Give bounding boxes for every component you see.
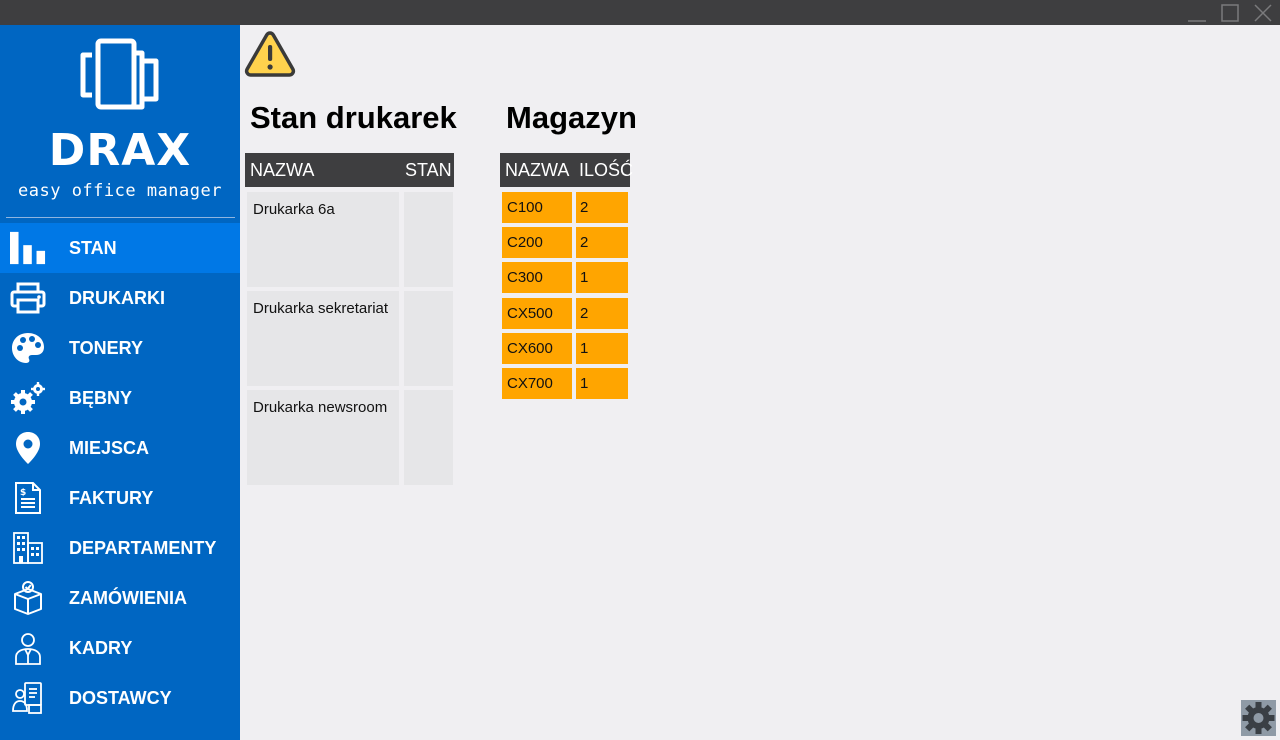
stock-row[interactable]: CX600 1 — [502, 333, 628, 364]
stock-quantity: 1 — [576, 262, 628, 293]
stock-quantity: 2 — [576, 298, 628, 329]
nav-item-drukarki[interactable]: DRUKARKI — [0, 273, 240, 323]
settings-button[interactable] — [1241, 700, 1276, 736]
sidebar: DRAX easy office manager STAN DRUKARKI T… — [0, 25, 240, 740]
palette-icon — [10, 331, 46, 365]
invoice-icon: $ — [10, 481, 46, 515]
supplier-icon — [10, 681, 46, 715]
nav-label: MIEJSCA — [69, 438, 150, 458]
stock-name: C300 — [502, 262, 572, 293]
nav-label: BĘBNY — [69, 388, 133, 408]
nav-label: DRUKARKI — [69, 288, 165, 308]
brand-name: DRAX — [48, 125, 192, 176]
package-icon — [10, 581, 46, 615]
stock-row[interactable]: C200 2 — [502, 227, 628, 258]
nav-item-departamenty[interactable]: DEPARTAMENTY — [0, 523, 240, 573]
gear-icon — [1242, 702, 1275, 734]
printer-icon — [10, 281, 46, 315]
map-pin-icon — [10, 431, 46, 465]
close-button[interactable] — [1248, 0, 1278, 25]
minimize-button[interactable] — [1182, 0, 1212, 25]
nav-label: DOSTAWCY — [69, 688, 172, 708]
logo-icon — [80, 38, 159, 110]
stock-name: CX500 — [502, 298, 572, 329]
warning-icon[interactable] — [244, 30, 296, 78]
stock-name: CX600 — [502, 333, 572, 364]
column-header-status: STAN — [405, 160, 452, 180]
close-icon — [1254, 3, 1272, 22]
printers-title: Stan drukarek — [250, 100, 457, 135]
nav-item-miejsca[interactable]: MIEJSCA — [0, 423, 240, 473]
stock-quantity: 2 — [576, 227, 628, 258]
printer-status — [404, 390, 453, 485]
nav-label: DEPARTAMENTY — [69, 538, 217, 558]
person-icon — [10, 631, 46, 665]
nav-item-bebny[interactable]: BĘBNY — [0, 373, 240, 423]
nav-item-kadry[interactable]: KADRY — [0, 623, 240, 673]
nav-label: FAKTURY — [69, 488, 154, 508]
column-header-name: NAZWA — [505, 160, 570, 180]
stock-quantity: 1 — [576, 368, 628, 399]
stock-row[interactable]: C100 2 — [502, 192, 628, 223]
printer-row[interactable]: Drukarka newsroom — [247, 390, 453, 485]
bar-chart-icon — [10, 231, 46, 265]
nav-label: TONERY — [69, 338, 144, 358]
nav-label: STAN — [69, 238, 117, 258]
svg-text:$: $ — [20, 488, 26, 498]
maximize-button[interactable] — [1215, 0, 1245, 25]
nav-item-zamowienia[interactable]: ZAMÓWIENIA — [0, 573, 240, 623]
stock-name: C200 — [502, 227, 572, 258]
printer-name: Drukarka newsroom — [247, 390, 399, 485]
nav-item-tonery[interactable]: TONERY — [0, 323, 240, 373]
printer-status — [404, 192, 453, 287]
building-icon — [10, 531, 46, 565]
stock-table-header: NAZWA ILOŚĆ — [500, 153, 634, 187]
printers-table-header: NAZWA STAN — [245, 153, 454, 187]
stock-name: CX700 — [502, 368, 572, 399]
nav-item-stan[interactable]: STAN — [0, 223, 240, 273]
stock-row[interactable]: CX700 1 — [502, 368, 628, 399]
nav-menu: STAN DRUKARKI TONERY BĘBNY MIEJSCA $ FAK… — [0, 223, 240, 723]
title-bar — [0, 0, 1280, 25]
column-header-name: NAZWA — [250, 160, 315, 180]
sidebar-divider — [6, 217, 235, 218]
stock-row[interactable]: CX500 2 — [502, 298, 628, 329]
stock-title: Magazyn — [506, 100, 637, 135]
printer-name: Drukarka sekretariat — [247, 291, 399, 386]
nav-item-faktury[interactable]: $ FAKTURY — [0, 473, 240, 523]
printer-name: Drukarka 6a — [247, 192, 399, 287]
nav-label: KADRY — [69, 638, 133, 658]
stock-name: C100 — [502, 192, 572, 223]
maximize-icon — [1221, 3, 1239, 22]
printer-row[interactable]: Drukarka sekretariat — [247, 291, 453, 386]
stock-quantity: 2 — [576, 192, 628, 223]
printer-row[interactable]: Drukarka 6a — [247, 192, 453, 287]
column-header-quantity: ILOŚĆ — [579, 160, 634, 180]
printer-status — [404, 291, 453, 386]
minimize-icon — [1188, 19, 1206, 22]
gears-icon — [10, 381, 46, 415]
nav-item-dostawcy[interactable]: DOSTAWCY — [0, 673, 240, 723]
stock-row[interactable]: C300 1 — [502, 262, 628, 293]
brand-tagline: easy office manager — [18, 181, 222, 201]
nav-label: ZAMÓWIENIA — [69, 588, 187, 608]
stock-quantity: 1 — [576, 333, 628, 364]
